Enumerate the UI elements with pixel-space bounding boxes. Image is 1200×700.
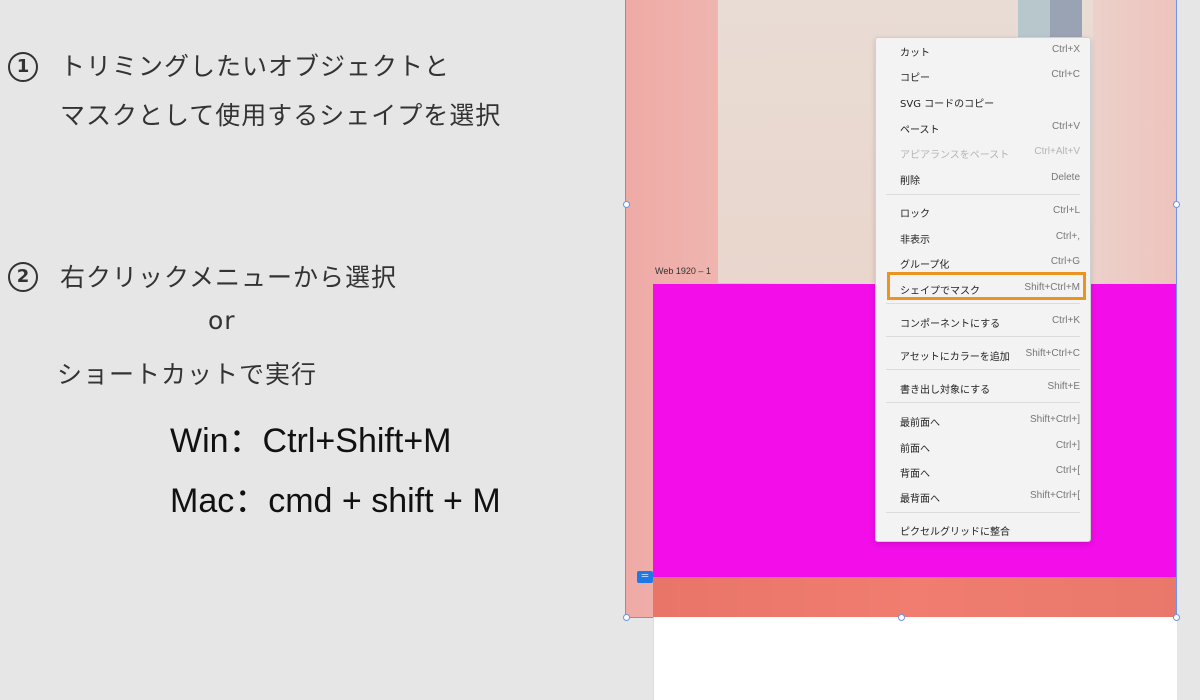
tutorial-screen: 1 トリミングしたいオブジェクトと マスクとして使用するシェイプを選択 2 右ク…	[0, 0, 1200, 700]
menu-item-label: 背面へ	[900, 469, 930, 480]
menu-item-shortcut: Ctrl+]	[1055, 440, 1080, 451]
menu-item-shortcut: Shift+Ctrl+C	[1025, 348, 1080, 359]
menu-separator	[886, 303, 1080, 304]
step-2-or: or	[208, 306, 236, 335]
menu-item-label: ピクセルグリッドに整合	[900, 527, 1010, 538]
menu-separator	[886, 194, 1080, 195]
menu-item-label: コピー	[900, 73, 930, 84]
menu-item-paste[interactable]: ペースト Ctrl+V	[876, 115, 1090, 139]
menu-item-label: SVG コードのコピー	[900, 99, 995, 110]
menu-item-delete[interactable]: 削除 Delete	[876, 166, 1090, 190]
menu-item-label: アピアランスをペースト	[900, 150, 1010, 161]
menu-item-label: カット	[900, 48, 930, 59]
selection-handle-bottom-left[interactable]	[623, 614, 630, 621]
menu-item-mark-for-export[interactable]: 書き出し対象にする Shift+E	[876, 375, 1090, 399]
menu-item-make-component[interactable]: コンポーネントにする Ctrl+K	[876, 309, 1090, 333]
menu-item-label: グループ化	[900, 260, 950, 271]
menu-item-shortcut: Ctrl+[	[1055, 465, 1080, 476]
menu-item-shortcut: Ctrl+X	[1051, 44, 1080, 55]
menu-separator	[886, 512, 1080, 513]
selection-handle-bottom[interactable]	[898, 614, 905, 621]
artwork-block-2	[1050, 0, 1082, 40]
step-1-line-1: トリミングしたいオブジェクトと	[60, 52, 451, 81]
menu-item-label: アセットにカラーを追加	[900, 352, 1010, 363]
menu-item-shortcut: Ctrl+,	[1055, 231, 1080, 242]
menu-item-lock[interactable]: ロック Ctrl+L	[876, 199, 1090, 223]
menu-separator	[886, 336, 1080, 337]
step-1-line-2: マスクとして使用するシェイプを選択	[60, 101, 502, 130]
menu-item-bring-to-front[interactable]: 最前面へ Shift+Ctrl+]	[876, 408, 1090, 432]
selection-handle-bottom-right[interactable]	[1173, 614, 1180, 621]
menu-item-shortcut: Ctrl+V	[1051, 121, 1080, 132]
menu-item-label: 前面へ	[900, 444, 930, 455]
menu-separator	[886, 369, 1080, 370]
menu-item-label: コンポーネントにする	[900, 319, 1001, 330]
menu-item-label: ペースト	[900, 125, 940, 136]
menu-item-label: ロック	[900, 209, 930, 220]
selection-handle-right[interactable]	[1173, 201, 1180, 208]
artboard-white-area[interactable]	[653, 617, 1177, 700]
step-2-line-3: ショートカットで実行	[57, 360, 318, 389]
group-badge-icon[interactable]: ＝	[637, 571, 653, 583]
menu-item-label: 最背面へ	[900, 494, 940, 505]
selection-handle-left[interactable]	[623, 201, 630, 208]
menu-item-add-color-asset[interactable]: アセットにカラーを追加 Shift+Ctrl+C	[876, 342, 1090, 366]
menu-item-paste-appearance: アピアランスをペースト Ctrl+Alt+V	[876, 140, 1090, 164]
menu-item-hide[interactable]: 非表示 Ctrl+,	[876, 225, 1090, 249]
menu-item-label: 最前面へ	[900, 418, 940, 429]
step-1-number: 1	[8, 52, 38, 82]
shortcut-win: Win：Ctrl+Shift+M	[170, 422, 452, 460]
menu-item-label: 非表示	[900, 235, 930, 246]
menu-item-shortcut: Ctrl+Alt+V	[1034, 146, 1080, 157]
selected-image-strip[interactable]	[653, 577, 1176, 617]
menu-item-label: 削除	[900, 176, 920, 187]
menu-item-bring-forward[interactable]: 前面へ Ctrl+]	[876, 434, 1090, 458]
menu-item-shortcut: Shift+E	[1047, 381, 1080, 392]
artwork-block-1	[1018, 0, 1050, 40]
menu-item-shortcut: Ctrl+C	[1051, 69, 1080, 80]
shortcut-mac: Mac：cmd + shift + M	[170, 482, 501, 520]
menu-item-send-to-back[interactable]: 最背面へ Shift+Ctrl+[	[876, 484, 1090, 508]
menu-item-shortcut: Ctrl+G	[1050, 256, 1080, 267]
artboard-label[interactable]: Web 1920 – 1	[655, 266, 711, 276]
menu-item-send-backward[interactable]: 背面へ Ctrl+[	[876, 459, 1090, 483]
menu-item-copy-svg[interactable]: SVG コードのコピー	[876, 89, 1090, 113]
menu-item-shortcut: Ctrl+L	[1053, 205, 1080, 216]
menu-item-shortcut: Ctrl+K	[1051, 315, 1080, 326]
menu-item-label: 書き出し対象にする	[900, 385, 991, 396]
menu-item-copy[interactable]: コピー Ctrl+C	[876, 63, 1090, 87]
menu-item-shortcut: Delete	[1051, 172, 1080, 183]
mask-item-highlight-box	[887, 272, 1086, 300]
menu-item-cut[interactable]: カット Ctrl+X	[876, 38, 1090, 62]
menu-item-align-pixel-grid[interactable]: ピクセルグリッドに整合	[876, 517, 1090, 541]
menu-item-shortcut: Shift+Ctrl+]	[1029, 414, 1080, 425]
menu-separator	[886, 402, 1080, 403]
menu-item-group[interactable]: グループ化 Ctrl+G	[876, 250, 1090, 274]
step-2-line-1: 右クリックメニューから選択	[60, 263, 398, 292]
step-2-number: 2	[8, 262, 38, 292]
menu-item-shortcut: Shift+Ctrl+[	[1029, 490, 1080, 501]
